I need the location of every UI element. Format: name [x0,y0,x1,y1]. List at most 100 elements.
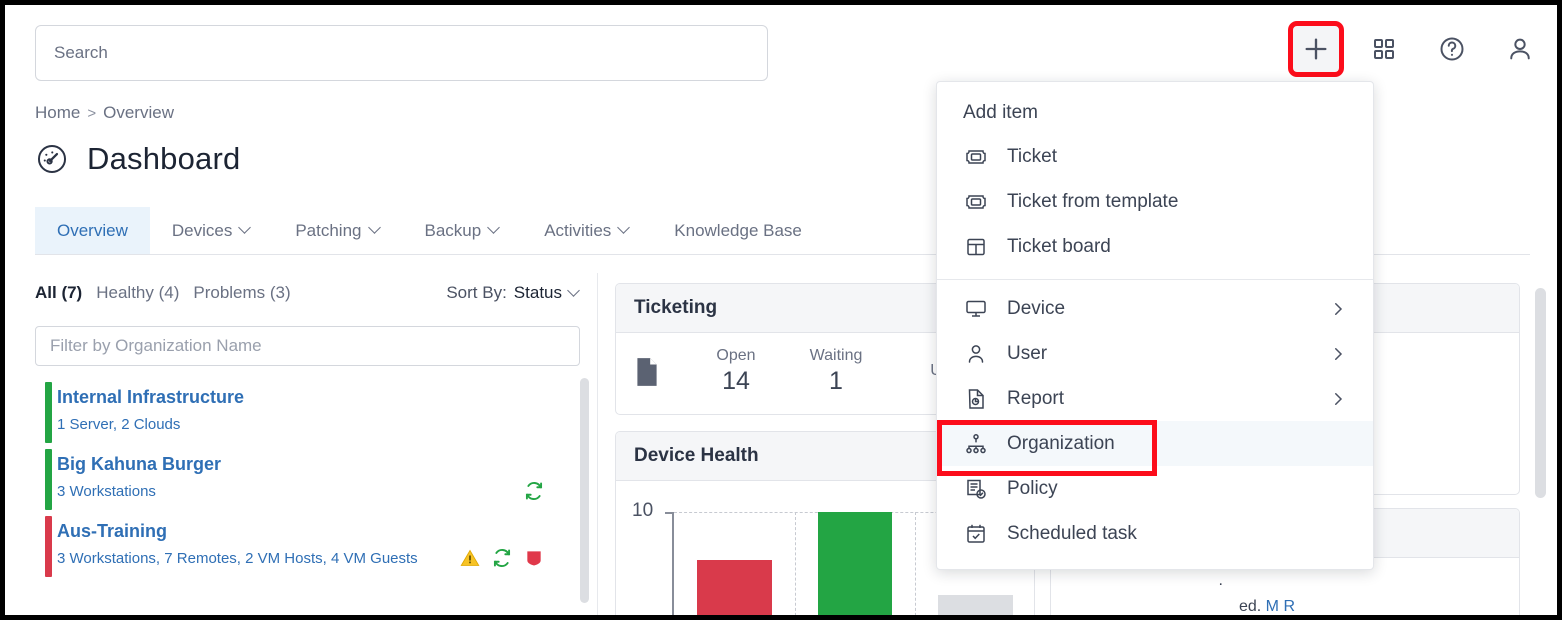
tab-devices[interactable]: Devices [150,207,273,254]
menu-item-device[interactable]: Device [937,286,1373,331]
sort-by-label: Sort By: [446,283,506,303]
breadcrumb-separator: > [87,105,96,122]
chart-y-tick-label: 10 [632,500,653,522]
menu-item-label: Organization [1007,433,1115,455]
organization-list-item[interactable]: Big Kahuna Burger 3 Workstations [35,445,580,512]
chart-bar[interactable] [818,512,893,620]
apps-grid-button[interactable] [1361,26,1407,72]
monitor-icon [963,296,989,322]
chevron-right-icon [1329,300,1347,318]
menu-item-ticket-from-template[interactable]: Ticket from template [937,179,1373,224]
organization-details: 3 Workstations, 7 Remotes, 2 VM Hosts, 4… [57,547,418,571]
activity-line: ed. M R [1065,594,1505,620]
menu-divider [937,279,1373,280]
ticketing-metric-open: Open 14 [686,347,786,396]
menu-item-organization[interactable]: Organization [937,421,1373,466]
tab-backup[interactable]: Backup [403,207,523,254]
tab-label: Knowledge Base [674,221,802,241]
menu-item-ticket-board[interactable]: Ticket board [937,224,1373,269]
tab-label: Overview [57,221,128,241]
breadcrumb-home[interactable]: Home [35,103,80,123]
menu-item-scheduled-task[interactable]: Scheduled task [937,511,1373,556]
organization-list-item[interactable]: Internal Infrastructure 1 Server, 2 Cloud… [35,378,580,445]
menu-item-label: Ticket board [1007,236,1111,258]
sync-icon[interactable] [492,548,512,568]
document-icon [634,356,660,388]
menu-item-label: Device [1007,298,1065,320]
add-item-menu-title: Add item [937,82,1373,134]
add-item-menu: Add item TicketTicket from templateTicke… [936,81,1374,570]
organization-status-bar [45,516,52,577]
top-bar-icons [1293,19,1543,79]
org-filter-row: All (7) Healthy (4) Problems (3) Sort By… [35,273,580,313]
tab-overview[interactable]: Overview [35,207,150,254]
chart-bar[interactable] [697,560,772,620]
organization-list: Internal Infrastructure 1 Server, 2 Cloud… [35,378,580,579]
menu-item-label: User [1007,343,1047,365]
top-bar [5,5,1557,93]
breadcrumb-current[interactable]: Overview [103,103,174,123]
activity-line-text: ed. [1239,598,1261,615]
menu-item-label: Policy [1007,478,1058,500]
board-icon [963,234,989,260]
tab-patching[interactable]: Patching [273,207,402,254]
organization-name[interactable]: Internal Infrastructure [57,384,580,410]
ticketing-metric-waiting: Waiting 1 [786,347,886,396]
chevron-down-icon [569,286,580,297]
organization-status-icons [460,548,580,568]
metric-label: Open [686,347,786,365]
menu-item-report[interactable]: Report [937,376,1373,421]
menu-item-user[interactable]: User [937,331,1373,376]
organization-details: 3 Workstations [57,480,156,504]
calendar-check-icon [963,521,989,547]
ticket-icon [963,144,989,170]
filter-healthy[interactable]: Healthy (4) [96,283,179,303]
menu-item-policy[interactable]: Policy [937,466,1373,511]
sort-by-value: Status [514,283,562,303]
warning-triangle-icon[interactable] [460,548,480,568]
organization-name[interactable]: Aus-Training [57,518,580,544]
organization-status-icons [524,481,580,501]
search-input[interactable] [35,25,768,81]
tab-activities[interactable]: Activities [522,207,652,254]
organization-list-item[interactable]: Aus-Training 3 Workstations, 7 Remotes, 2… [35,512,580,579]
organization-name[interactable]: Big Kahuna Burger [57,451,580,477]
menu-item-label: Ticket [1007,146,1057,168]
menu-item-label: Ticket from template [1007,191,1178,213]
help-button[interactable] [1429,26,1475,72]
chart-bar[interactable] [938,595,1013,620]
account-button[interactable] [1497,26,1543,72]
panel-divider [597,273,598,615]
page-scrollbar[interactable] [1535,288,1546,498]
org-chart-icon [963,431,989,457]
organization-list-scrollbar[interactable] [580,378,589,603]
activity-line: . [1065,568,1505,594]
add-item-button[interactable] [1293,26,1339,72]
tab-label: Backup [425,221,482,241]
page-title: Dashboard [87,141,240,177]
organization-status-bar [45,382,52,443]
ticket-icon [963,189,989,215]
chart-gridline-vertical [915,512,916,620]
menu-item-label: Report [1007,388,1064,410]
tab-knowledge-base[interactable]: Knowledge Base [652,207,824,254]
chevron-down-icon [489,223,500,234]
tab-label: Patching [295,221,361,241]
organization-details: 1 Server, 2 Clouds [57,413,180,437]
filter-problems[interactable]: Problems (3) [193,283,290,303]
chevron-right-icon [1329,390,1347,408]
breadcrumb: Home > Overview [35,103,174,123]
filter-all[interactable]: All (7) [35,283,82,303]
add-item-menu-groups: Ticket Ticket from template Ticket board De… [937,134,1373,556]
shield-alert-icon[interactable] [524,548,544,568]
activity-user-link[interactable]: M R [1266,598,1295,615]
page-title-row: Dashboard [35,141,240,177]
policy-icon [963,476,989,502]
organization-filter-input[interactable] [35,326,580,366]
menu-item-ticket[interactable]: Ticket [937,134,1373,179]
sort-by-control[interactable]: Sort By: Status [446,283,580,303]
metric-value: 14 [686,367,786,396]
metric-value: 1 [786,367,886,396]
chevron-down-icon [619,223,630,234]
sync-icon[interactable] [524,481,544,501]
